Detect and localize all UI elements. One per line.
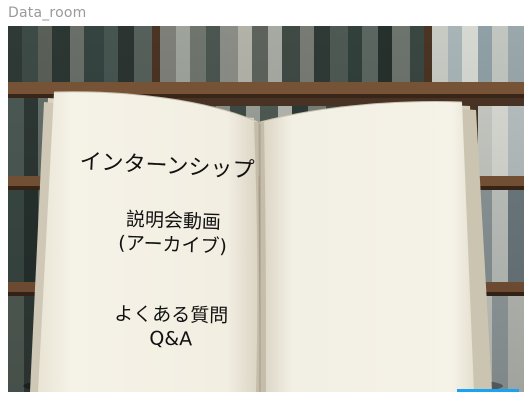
page-title: Data_room — [8, 5, 87, 21]
briefing-video-archive-link[interactable]: 説明会動画 (アーカイブ) — [97, 206, 249, 259]
qa-label: Q&A — [149, 327, 193, 351]
faq-label: よくある質問 — [114, 303, 229, 327]
title-bar: Data_room — [0, 0, 528, 26]
data-room-page: Data_room インターンシップ 説明会動画 (アーカイブ) よくある質問 … — [0, 0, 528, 400]
faq-link[interactable]: よくある質問 Q&A — [96, 302, 247, 353]
back-button[interactable]: 戻る — [457, 389, 519, 392]
bookshelf-background-image — [8, 26, 524, 392]
book-scene: インターンシップ 説明会動画 (アーカイブ) よくある質問 Q&A 戻る — [8, 26, 524, 392]
